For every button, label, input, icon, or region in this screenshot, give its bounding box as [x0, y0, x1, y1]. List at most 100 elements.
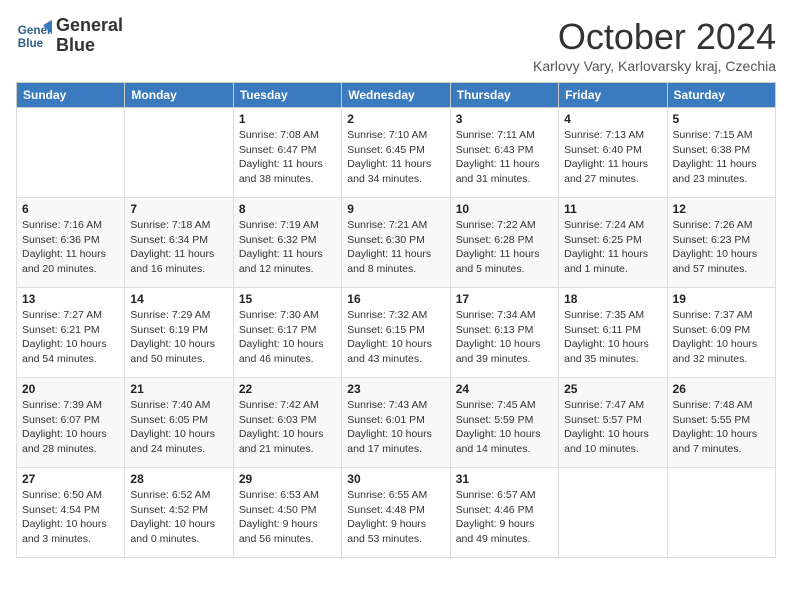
- calendar-table: SundayMondayTuesdayWednesdayThursdayFrid…: [16, 82, 776, 558]
- calendar-cell: 5 Sunrise: 7:15 AM Sunset: 6:38 PM Daylig…: [667, 108, 775, 198]
- day-number: 15: [239, 292, 336, 306]
- week-row-3: 13 Sunrise: 7:27 AM Sunset: 6:21 PM Dayli…: [17, 288, 776, 378]
- logo-text: General Blue: [56, 16, 123, 56]
- day-number: 3: [456, 112, 553, 126]
- day-number: 9: [347, 202, 444, 216]
- day-info: Sunrise: 7:35 AM Sunset: 6:11 PM Dayligh…: [564, 308, 661, 367]
- day-info: Sunrise: 7:21 AM Sunset: 6:30 PM Dayligh…: [347, 218, 444, 277]
- day-info: Sunrise: 6:55 AM Sunset: 4:48 PM Dayligh…: [347, 488, 444, 547]
- weekday-header-friday: Friday: [559, 83, 667, 108]
- day-number: 25: [564, 382, 661, 396]
- page-header: General Blue General Blue October 2024 K…: [16, 16, 776, 74]
- calendar-cell: 26Sunrise: 7:48 AM Sunset: 5:55 PM Dayli…: [667, 378, 775, 468]
- weekday-header-sunday: Sunday: [17, 83, 125, 108]
- day-number: 7: [130, 202, 227, 216]
- day-info: Sunrise: 7:39 AM Sunset: 6:07 PM Dayligh…: [22, 398, 119, 457]
- day-info: Sunrise: 7:45 AM Sunset: 5:59 PM Dayligh…: [456, 398, 553, 457]
- day-info: Sunrise: 6:52 AM Sunset: 4:52 PM Dayligh…: [130, 488, 227, 547]
- calendar-cell: 1 Sunrise: 7:08 AM Sunset: 6:47 PM Daylig…: [233, 108, 341, 198]
- day-info: Sunrise: 7:08 AM Sunset: 6:47 PM Dayligh…: [239, 128, 336, 187]
- calendar-cell: 23 Sunrise: 7:43 AM Sunset: 6:01 PM Dayli…: [342, 378, 450, 468]
- day-number: 26: [673, 382, 770, 396]
- calendar-cell: 9 Sunrise: 7:21 AM Sunset: 6:30 PM Daylig…: [342, 198, 450, 288]
- calendar-cell: [667, 468, 775, 558]
- calendar-cell: 21 Sunrise: 7:40 AM Sunset: 6:05 PM Dayli…: [125, 378, 233, 468]
- calendar-cell: 27Sunrise: 6:50 AM Sunset: 4:54 PM Dayli…: [17, 468, 125, 558]
- day-number: 6: [22, 202, 119, 216]
- day-info: Sunrise: 7:37 AM Sunset: 6:09 PM Dayligh…: [673, 308, 770, 367]
- day-info: Sunrise: 7:19 AM Sunset: 6:32 PM Dayligh…: [239, 218, 336, 277]
- day-number: 18: [564, 292, 661, 306]
- calendar-cell: 2Sunrise: 7:10 AM Sunset: 6:45 PM Daylig…: [342, 108, 450, 198]
- weekday-header-wednesday: Wednesday: [342, 83, 450, 108]
- calendar-cell: [559, 468, 667, 558]
- day-number: 4: [564, 112, 661, 126]
- calendar-cell: 11Sunrise: 7:24 AM Sunset: 6:25 PM Dayli…: [559, 198, 667, 288]
- calendar-cell: [17, 108, 125, 198]
- weekday-header-thursday: Thursday: [450, 83, 558, 108]
- calendar-cell: 18 Sunrise: 7:35 AM Sunset: 6:11 PM Dayli…: [559, 288, 667, 378]
- calendar-cell: 8 Sunrise: 7:19 AM Sunset: 6:32 PM Daylig…: [233, 198, 341, 288]
- day-number: 2: [347, 112, 444, 126]
- week-row-5: 27Sunrise: 6:50 AM Sunset: 4:54 PM Dayli…: [17, 468, 776, 558]
- day-number: 29: [239, 472, 336, 486]
- month-title: October 2024: [533, 16, 776, 58]
- day-number: 17: [456, 292, 553, 306]
- week-row-2: 6 Sunrise: 7:16 AM Sunset: 6:36 PM Daylig…: [17, 198, 776, 288]
- day-info: Sunrise: 7:30 AM Sunset: 6:17 PM Dayligh…: [239, 308, 336, 367]
- day-info: Sunrise: 7:43 AM Sunset: 6:01 PM Dayligh…: [347, 398, 444, 457]
- day-info: Sunrise: 7:16 AM Sunset: 6:36 PM Dayligh…: [22, 218, 119, 277]
- svg-text:Blue: Blue: [18, 37, 44, 50]
- day-info: Sunrise: 7:47 AM Sunset: 5:57 PM Dayligh…: [564, 398, 661, 457]
- calendar-cell: 24Sunrise: 7:45 AM Sunset: 5:59 PM Dayli…: [450, 378, 558, 468]
- day-number: 1: [239, 112, 336, 126]
- logo-icon: General Blue: [16, 18, 52, 54]
- calendar-cell: 28Sunrise: 6:52 AM Sunset: 4:52 PM Dayli…: [125, 468, 233, 558]
- calendar-cell: 20 Sunrise: 7:39 AM Sunset: 6:07 PM Dayli…: [17, 378, 125, 468]
- calendar-cell: 14Sunrise: 7:29 AM Sunset: 6:19 PM Dayli…: [125, 288, 233, 378]
- calendar-cell: 3 Sunrise: 7:11 AM Sunset: 6:43 PM Daylig…: [450, 108, 558, 198]
- calendar-cell: 7Sunrise: 7:18 AM Sunset: 6:34 PM Daylig…: [125, 198, 233, 288]
- calendar-cell: [125, 108, 233, 198]
- day-number: 5: [673, 112, 770, 126]
- logo: General Blue General Blue: [16, 16, 123, 56]
- calendar-cell: 4Sunrise: 7:13 AM Sunset: 6:40 PM Daylig…: [559, 108, 667, 198]
- calendar-cell: 19 Sunrise: 7:37 AM Sunset: 6:09 PM Dayli…: [667, 288, 775, 378]
- weekday-header-row: SundayMondayTuesdayWednesdayThursdayFrid…: [17, 83, 776, 108]
- day-info: Sunrise: 6:50 AM Sunset: 4:54 PM Dayligh…: [22, 488, 119, 547]
- day-info: Sunrise: 7:11 AM Sunset: 6:43 PM Dayligh…: [456, 128, 553, 187]
- calendar-cell: 15 Sunrise: 7:30 AM Sunset: 6:17 PM Dayli…: [233, 288, 341, 378]
- title-block: October 2024 Karlovy Vary, Karlovarsky k…: [533, 16, 776, 74]
- week-row-1: 1 Sunrise: 7:08 AM Sunset: 6:47 PM Daylig…: [17, 108, 776, 198]
- calendar-cell: 13 Sunrise: 7:27 AM Sunset: 6:21 PM Dayli…: [17, 288, 125, 378]
- weekday-header-tuesday: Tuesday: [233, 83, 341, 108]
- day-number: 31: [456, 472, 553, 486]
- calendar-cell: 12Sunrise: 7:26 AM Sunset: 6:23 PM Dayli…: [667, 198, 775, 288]
- day-info: Sunrise: 7:15 AM Sunset: 6:38 PM Dayligh…: [673, 128, 770, 187]
- day-number: 11: [564, 202, 661, 216]
- day-info: Sunrise: 7:40 AM Sunset: 6:05 PM Dayligh…: [130, 398, 227, 457]
- day-number: 13: [22, 292, 119, 306]
- day-info: Sunrise: 7:42 AM Sunset: 6:03 PM Dayligh…: [239, 398, 336, 457]
- day-info: Sunrise: 7:27 AM Sunset: 6:21 PM Dayligh…: [22, 308, 119, 367]
- calendar-cell: 25 Sunrise: 7:47 AM Sunset: 5:57 PM Dayli…: [559, 378, 667, 468]
- calendar-cell: 22 Sunrise: 7:42 AM Sunset: 6:03 PM Dayli…: [233, 378, 341, 468]
- day-number: 8: [239, 202, 336, 216]
- day-number: 10: [456, 202, 553, 216]
- day-info: Sunrise: 7:29 AM Sunset: 6:19 PM Dayligh…: [130, 308, 227, 367]
- day-number: 22: [239, 382, 336, 396]
- day-number: 16: [347, 292, 444, 306]
- day-number: 23: [347, 382, 444, 396]
- day-number: 21: [130, 382, 227, 396]
- day-number: 19: [673, 292, 770, 306]
- calendar-cell: 10 Sunrise: 7:22 AM Sunset: 6:28 PM Dayli…: [450, 198, 558, 288]
- day-info: Sunrise: 6:57 AM Sunset: 4:46 PM Dayligh…: [456, 488, 553, 547]
- calendar-cell: 29 Sunrise: 6:53 AM Sunset: 4:50 PM Dayli…: [233, 468, 341, 558]
- calendar-cell: 31 Sunrise: 6:57 AM Sunset: 4:46 PM Dayli…: [450, 468, 558, 558]
- location: Karlovy Vary, Karlovarsky kraj, Czechia: [533, 58, 776, 74]
- calendar-cell: 16Sunrise: 7:32 AM Sunset: 6:15 PM Dayli…: [342, 288, 450, 378]
- day-info: Sunrise: 6:53 AM Sunset: 4:50 PM Dayligh…: [239, 488, 336, 547]
- calendar-cell: 30Sunrise: 6:55 AM Sunset: 4:48 PM Dayli…: [342, 468, 450, 558]
- day-number: 20: [22, 382, 119, 396]
- day-info: Sunrise: 7:22 AM Sunset: 6:28 PM Dayligh…: [456, 218, 553, 277]
